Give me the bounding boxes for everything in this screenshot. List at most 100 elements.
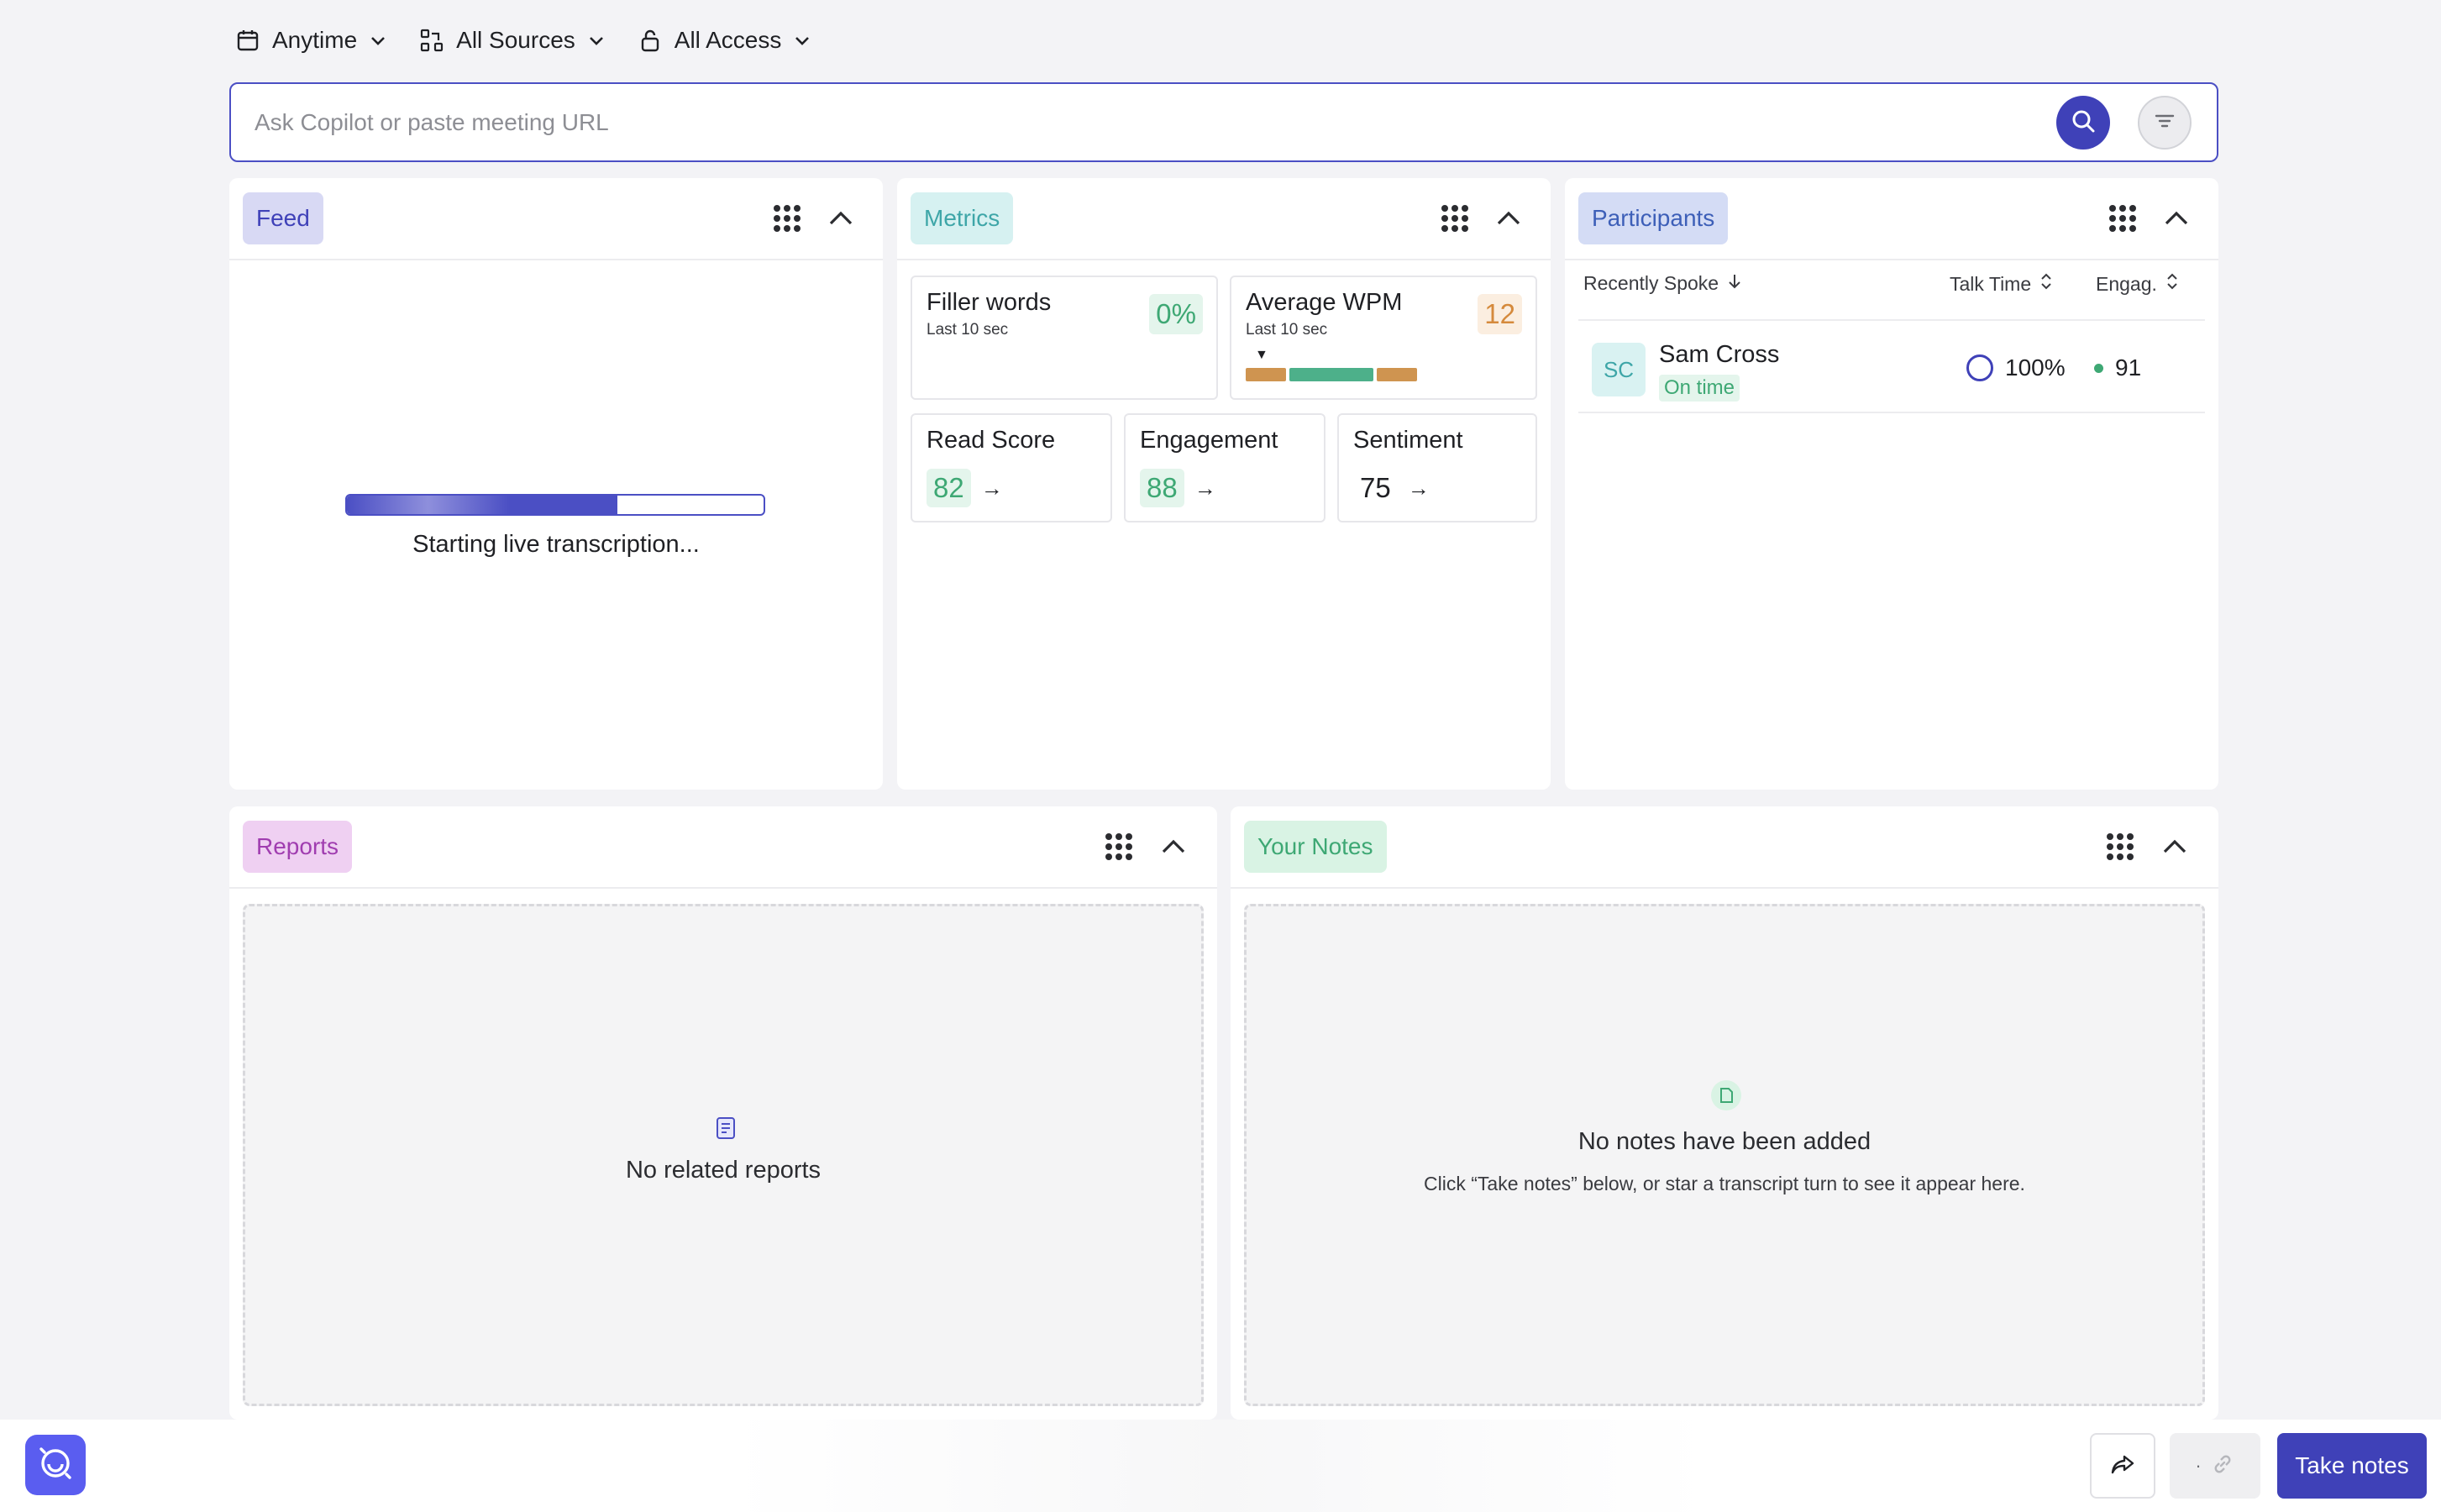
wpm-fast-segment [1377,368,1417,381]
drag-grid-icon[interactable] [2099,195,2146,242]
filter-bar: Anytime All Sources All Access [235,24,811,57]
copilot-logo-button[interactable] [25,1435,86,1495]
metrics-panel: Metrics Filler words Last 10 sec 0% Aver… [897,178,1551,790]
chevron-down-icon [587,31,606,50]
read-score-card[interactable]: Read Score 82 → [911,413,1112,522]
wpm-marker: ▼ [1255,348,1268,362]
read-score-row: 82 → [927,469,1003,507]
talk-time-value: 100% [2005,354,2066,381]
chevron-down-icon [793,31,811,50]
access-filter[interactable]: All Access [638,27,812,54]
arrow-right-icon: → [1194,475,1216,501]
column-engagement-label: Engag. [2096,272,2157,295]
average-wpm-value: 12 [1478,294,1522,334]
engagement-cell: 91 [2094,354,2141,381]
notes-empty-description: Click “Take notes” below, or star a tran… [1424,1173,2025,1194]
sources-filter-label: All Sources [456,27,575,53]
take-notes-button[interactable]: Take notes [2277,1433,2427,1499]
filler-words-card[interactable]: Filler words Last 10 sec 0% [911,276,1218,400]
wpm-range-bar [1246,368,1417,381]
drag-grid-icon[interactable] [2097,823,2144,870]
participants-title: Participants [1578,192,1729,244]
lock-icon [638,28,663,53]
arrow-down-icon [1727,272,1742,295]
metrics-header: Metrics [897,178,1551,260]
participants-header: Participants [1565,178,2218,260]
note-icon [1710,1079,1742,1116]
read-score-value: 82 [927,469,971,507]
average-wpm-sub: Last 10 sec [1246,321,1328,339]
transcription-progress [345,494,765,516]
search-input[interactable] [255,106,2018,139]
column-engagement[interactable]: Engag. [2096,272,2179,296]
average-wpm-label: Average WPM [1246,289,1403,316]
search-icon [2071,108,2096,138]
column-talk-time[interactable]: Talk Time [1950,272,2053,296]
sentiment-label: Sentiment [1353,427,1463,454]
feed-panel: Feed Starting live transcription... [229,178,883,790]
engagement-dot-icon [2094,363,2103,373]
link-icon [2210,1452,2235,1481]
read-score-label: Read Score [927,427,1056,454]
chevron-up-icon[interactable] [1485,195,1532,242]
average-wpm-card[interactable]: Average WPM Last 10 sec 12 ▼ [1230,276,1537,400]
notes-empty-title: No notes have been added [1577,1128,1871,1155]
report-icon [712,1115,739,1146]
copilot-search [229,82,2218,162]
notes-title: Your Notes [1244,821,1387,873]
time-filter[interactable]: Anytime [235,27,387,54]
sentiment-row: 75 → [1353,469,1430,507]
calendar-icon [235,28,260,53]
filter-lines-icon [2153,109,2176,137]
column-recently-spoke[interactable]: Recently Spoke [1583,272,1742,295]
progress-fill [347,496,618,514]
filter-options-button[interactable] [2138,96,2192,150]
reports-empty-state: No related reports [243,904,1204,1406]
metrics-title: Metrics [911,192,1014,244]
sort-icon [2165,272,2179,296]
notes-empty-state: No notes have been added Click “Take not… [1244,904,2205,1406]
feed-title: Feed [243,192,323,244]
engagement-label: Engagement [1140,427,1278,454]
sort-icon [2039,272,2053,296]
wpm-ideal-segment [1289,368,1373,381]
arrow-right-icon: → [1407,475,1430,501]
reports-title: Reports [243,821,353,873]
engagement-value: 91 [2115,354,2142,381]
wpm-slow-segment [1246,368,1286,381]
filler-words-sub: Last 10 sec [927,321,1009,339]
talk-time-cell: 100% [1966,354,2066,381]
talk-time-ring-icon [1966,354,1993,381]
participants-panel: Participants Recently Spoke Talk Time En… [1565,178,2218,790]
share-button[interactable] [2090,1433,2155,1499]
sources-icon [419,28,444,53]
feed-header: Feed [229,178,883,260]
chevron-up-icon[interactable] [817,195,864,242]
reports-panel: Reports No related reports [229,806,1217,1420]
sources-filter[interactable]: All Sources [419,27,606,54]
notes-header: Your Notes [1231,806,2218,889]
bottom-bar [0,1420,2441,1512]
drag-grid-icon[interactable] [764,195,811,242]
chevron-up-icon[interactable] [2153,195,2200,242]
sentiment-card[interactable]: Sentiment 75 → [1337,413,1537,522]
access-filter-label: All Access [674,27,782,53]
copy-link-button[interactable]: · [2170,1433,2260,1499]
engagement-card[interactable]: Engagement 88 → [1124,413,1325,522]
chevron-up-icon[interactable] [2151,823,2198,870]
drag-grid-icon[interactable] [1431,195,1478,242]
filler-words-value: 0% [1149,294,1203,334]
reports-header: Reports [229,806,1217,889]
filler-words-label: Filler words [927,289,1052,316]
engagement-row: 88 → [1140,469,1216,507]
sentiment-value: 75 [1360,472,1391,503]
arrow-right-icon: → [980,475,1003,501]
copilot-logo-icon [36,1444,75,1487]
column-talk-time-label: Talk Time [1950,272,2032,295]
chevron-up-icon[interactable] [1150,823,1197,870]
avatar: SC [1592,343,1646,396]
link-text: · [2195,1455,2202,1476]
drag-grid-icon[interactable] [1095,823,1142,870]
participant-row[interactable]: SC Sam Cross On time 100% 91 [1578,319,2205,413]
search-button[interactable] [2056,96,2110,150]
